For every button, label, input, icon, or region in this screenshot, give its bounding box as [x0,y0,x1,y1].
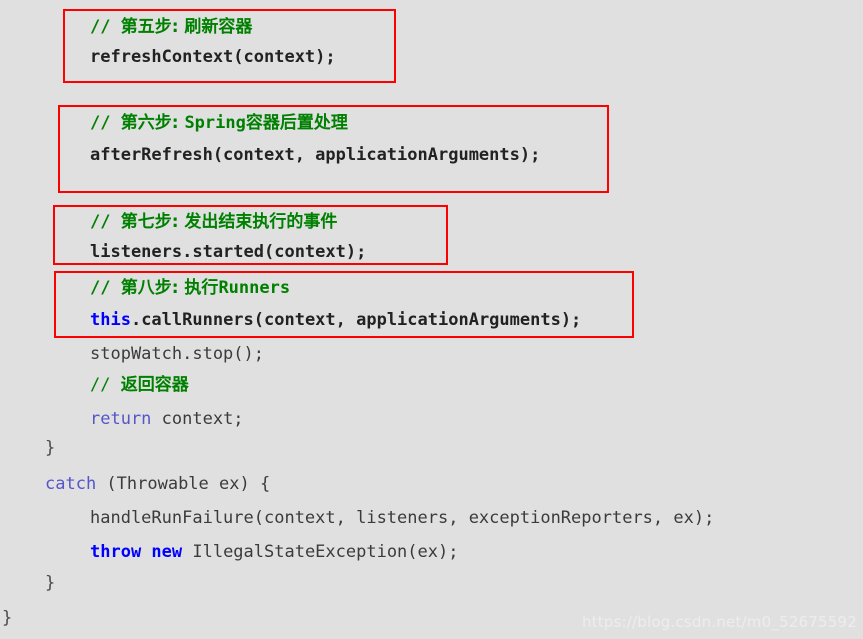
code-token: // [90,17,121,37]
line-close-try: } [45,437,55,459]
line-comment-return-container: // 返回容器 [90,374,189,396]
line-call-runners: this.callRunners(context, applicationArg… [90,309,581,331]
code-token: 第八步: 执行 [120,278,219,298]
code-snippet-canvas: // 第五步: 刷新容器 refreshContext(context); // 第… [0,0,863,639]
code-token: 第六步: [120,113,185,133]
line-stopwatch-stop: stopWatch.stop(); [90,343,264,365]
code-token: catch [45,474,97,494]
line-close-method: } [2,607,12,629]
code-token: throw new [90,542,183,562]
line-comment-step8: // 第八步: 执行Runners [90,277,290,299]
line-close-catch: } [45,572,55,594]
code-token: .callRunners(context, applicationArgumen… [130,310,582,330]
code-token: Spring [184,113,246,133]
code-token: 第五步: 刷新容器 [120,17,253,37]
line-handle-run-failure: handleRunFailure(context, listeners, exc… [90,507,714,529]
line-listeners-started: listeners.started(context); [90,241,366,263]
code-token: listeners.started(context); [90,242,367,262]
code-token: } [45,573,56,593]
code-token: // [90,375,121,395]
code-token: 容器后置处理 [245,113,348,133]
line-comment-step7: // 第七步: 发出结束执行的事件 [90,211,337,233]
code-token: stopWatch.stop(); [90,344,264,364]
code-token: 返回容器 [120,375,189,395]
code-token: (Throwable ex) { [96,474,271,494]
code-token: // [90,212,121,232]
code-token: return [90,409,152,429]
code-token: refreshContext(context); [90,47,336,67]
line-catch: catch (Throwable ex) { [45,473,270,495]
code-token: // [90,278,121,298]
line-return-context: return context; [90,408,244,430]
line-refresh-context: refreshContext(context); [90,46,336,68]
code-token: } [2,608,13,628]
code-token: context; [151,409,244,429]
csdn-watermark: https://blog.csdn.net/m0_52675592 [581,613,857,631]
line-comment-step6: // 第六步: Spring容器后置处理 [90,112,348,134]
line-after-refresh: afterRefresh(context, applicationArgumen… [90,144,540,166]
code-token: Runners [218,278,291,298]
code-token: } [45,438,56,458]
code-token: this [90,310,131,330]
code-token: handleRunFailure(context, listeners, exc… [90,508,715,528]
line-comment-step5: // 第五步: 刷新容器 [90,16,252,38]
code-token: 第七步: 发出结束执行的事件 [120,212,338,232]
code-token: IllegalStateException(ex); [182,542,459,562]
code-token: afterRefresh(context, applicationArgumen… [90,145,541,165]
line-throw-new: throw new IllegalStateException(ex); [90,541,458,563]
code-token: // [90,113,121,133]
